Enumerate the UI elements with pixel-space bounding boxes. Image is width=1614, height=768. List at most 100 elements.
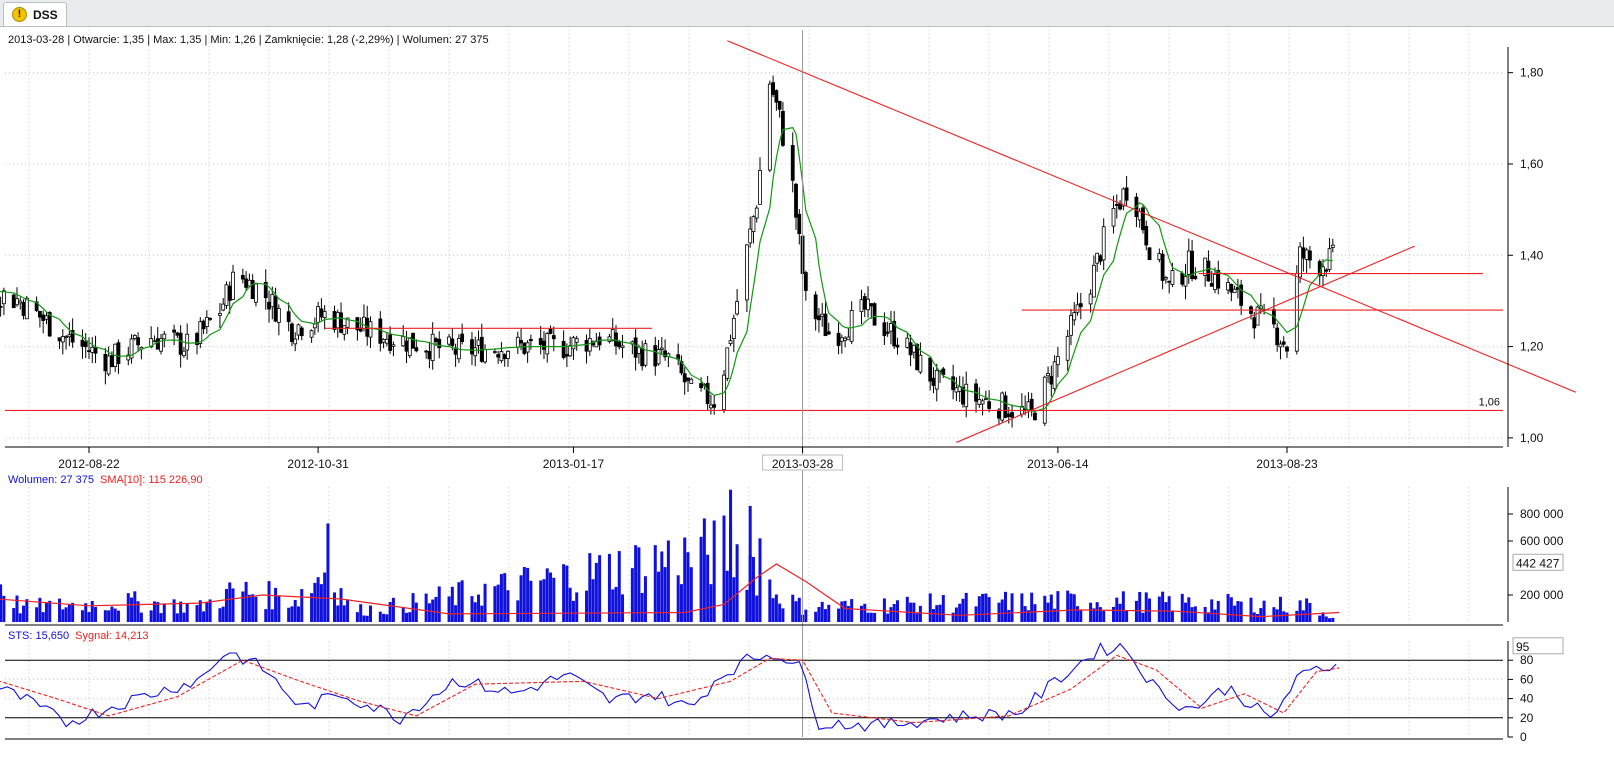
volume-bar <box>1066 590 1070 622</box>
volume-bar <box>549 572 553 622</box>
volume-bar <box>663 567 667 622</box>
candle-body <box>38 310 42 318</box>
volume-bar <box>362 615 366 622</box>
y-tick-label: 800 000 <box>1520 507 1564 521</box>
sts-value-label: 95 <box>1516 640 1530 654</box>
candle-body <box>407 337 412 357</box>
candle-body <box>587 338 592 352</box>
candle-body <box>1141 207 1145 231</box>
volume-bar <box>918 605 922 622</box>
volume-bar <box>1298 600 1302 622</box>
candle-body <box>941 368 946 376</box>
volume-bar <box>961 598 965 622</box>
candle-body <box>728 340 733 345</box>
volume-bar <box>519 575 523 622</box>
y-tick-label: 0 <box>1520 730 1527 744</box>
volume-bar <box>1076 606 1080 622</box>
candle-body <box>1046 373 1050 377</box>
volume-bar <box>1125 610 1129 622</box>
volume-bar <box>1226 593 1230 622</box>
candle-body <box>1167 280 1172 283</box>
volume-bar <box>1046 602 1050 622</box>
volume-bar <box>735 544 739 622</box>
volume-bar <box>1161 591 1165 622</box>
volume-bar <box>660 551 664 622</box>
volume-bar <box>1089 602 1093 622</box>
volume-bar <box>270 609 274 622</box>
candle-body <box>362 316 366 329</box>
candle-body <box>1088 293 1093 305</box>
volume-bar <box>869 612 873 622</box>
candle-body <box>1330 244 1335 248</box>
candle-body <box>110 355 114 368</box>
candle-body <box>1294 273 1299 352</box>
candle-body <box>1278 343 1283 348</box>
volume-bar <box>820 601 824 622</box>
volume-bar <box>388 601 392 622</box>
volume-bar <box>287 607 291 622</box>
candle-body <box>41 314 46 321</box>
volume-bar <box>1098 607 1102 622</box>
volume-bar <box>1308 603 1312 622</box>
volume-bar <box>873 612 877 622</box>
volume-bar <box>585 590 589 622</box>
volume-bar <box>473 602 477 622</box>
candle-body <box>332 311 337 330</box>
volume-bar <box>368 605 372 622</box>
volume-bar <box>202 611 206 622</box>
candle-body <box>826 331 831 335</box>
volume-bar <box>296 606 300 622</box>
volume-bar <box>1249 597 1253 622</box>
volume-bar <box>378 611 382 622</box>
candle-body <box>381 338 386 343</box>
volume-bar <box>621 594 625 622</box>
volume-bar <box>427 603 431 622</box>
candle-body <box>434 338 438 343</box>
candle-body <box>928 357 933 382</box>
volume-bar <box>568 587 572 622</box>
volume-bar <box>208 599 212 622</box>
volume-bar <box>1180 593 1184 622</box>
volume-bar <box>35 607 39 622</box>
volume-bar <box>997 602 1001 622</box>
volume-bar <box>1069 593 1073 622</box>
volume-bar <box>1252 612 1256 622</box>
candle-body <box>93 347 98 354</box>
candle-body <box>731 317 736 339</box>
candle-body <box>270 294 275 308</box>
candle-body <box>0 305 3 308</box>
volume-bar <box>424 593 428 622</box>
candle-body <box>106 355 111 375</box>
tab-dss[interactable]: ! DSS <box>3 2 67 26</box>
volume-bar <box>460 580 464 622</box>
candle-body <box>859 299 864 313</box>
candle-body <box>335 312 340 329</box>
candle-body <box>496 354 501 358</box>
y-tick-label: 80 <box>1520 653 1534 667</box>
candle-body <box>614 332 618 347</box>
volume-bar <box>1272 607 1276 622</box>
volume-spike-bar <box>748 505 752 622</box>
volume-bar <box>133 591 137 622</box>
candle-body <box>584 339 589 352</box>
volume-bar <box>185 603 189 622</box>
signal-legend-value: Sygnał: 14,213 <box>75 630 148 642</box>
candle-body <box>617 341 622 348</box>
candle-body <box>699 383 703 389</box>
candle-body <box>473 347 478 357</box>
candle-body <box>309 330 314 338</box>
volume-bar <box>1010 593 1014 622</box>
volume-bar <box>339 588 343 622</box>
candle-body <box>686 377 690 381</box>
candle-body <box>162 333 167 340</box>
volume-bar <box>1102 610 1106 622</box>
volume-bar <box>683 537 687 622</box>
candle-body <box>450 338 455 347</box>
candle-body <box>1006 413 1011 417</box>
candle-body <box>476 339 481 346</box>
candle-body <box>1114 204 1119 206</box>
stock-chart[interactable]: 1,06 2012-08-22 2012-10-31 2013-01-17 2013-… <box>0 27 1614 768</box>
volume-bar <box>205 601 209 622</box>
tab-bar: ! DSS <box>0 0 1614 27</box>
volume-bar <box>116 610 120 622</box>
